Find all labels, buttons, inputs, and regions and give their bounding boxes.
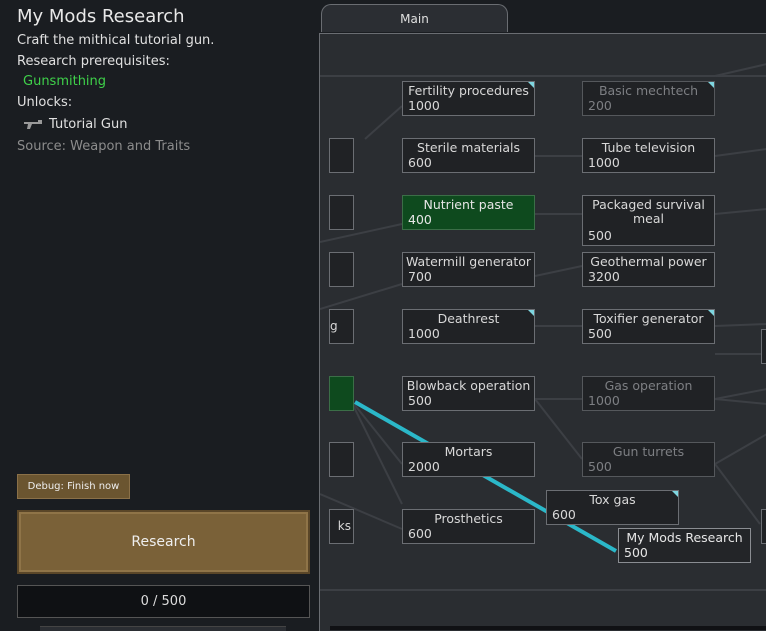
unlock-tutorial-gun[interactable]: Tutorial Gun — [23, 117, 127, 132]
stub-node-right[interactable] — [761, 329, 766, 364]
node-tox-gas[interactable]: Tox gas 600 — [546, 490, 679, 525]
node-toxifier-generator[interactable]: Toxifier generator 500 — [582, 309, 715, 344]
project-title: My Mods Research — [17, 6, 185, 27]
debug-finish-button[interactable]: Debug: Finish now — [17, 474, 130, 499]
node-deathrest[interactable]: Deathrest 1000 — [402, 309, 535, 344]
bottom-strip — [40, 626, 286, 631]
node-sterile-materials[interactable]: Sterile materials 600 — [402, 138, 535, 173]
node-tube-television[interactable]: Tube television 1000 — [582, 138, 715, 173]
stub-node-ks[interactable]: ks — [329, 509, 354, 544]
unlocks-label: Unlocks: — [17, 95, 73, 110]
stub-node-right[interactable] — [761, 509, 766, 544]
node-blowback-operation[interactable]: Blowback operation 500 — [402, 376, 535, 411]
node-gas-operation[interactable]: Gas operation 1000 — [582, 376, 715, 411]
gun-icon — [24, 119, 42, 129]
node-gun-turrets[interactable]: Gun turrets 500 — [582, 442, 715, 477]
prereq-gunsmithing[interactable]: Gunsmithing — [23, 74, 106, 89]
node-prosthetics[interactable]: Prosthetics 600 — [402, 509, 535, 544]
node-fertility-procedures[interactable]: Fertility procedures 1000 — [402, 81, 535, 116]
stub-node-g[interactable]: g — [329, 309, 354, 344]
corner-marker — [528, 310, 534, 316]
tab-main[interactable]: Main — [321, 4, 508, 32]
stub-node[interactable] — [329, 195, 354, 230]
node-basic-mechtech[interactable]: Basic mechtech 200 — [582, 81, 715, 116]
node-packaged-survival-meal[interactable]: Packaged survival meal 500 — [582, 195, 715, 246]
corner-marker — [528, 82, 534, 88]
project-description: Craft the mithical tutorial gun. — [17, 33, 215, 48]
node-watermill-generator[interactable]: Watermill generator 700 — [402, 252, 535, 287]
prereq-label: Research prerequisites: — [17, 54, 170, 69]
research-info-panel: My Mods Research Craft the mithical tuto… — [0, 0, 320, 631]
stub-node-finished[interactable] — [329, 376, 354, 411]
node-mortars[interactable]: Mortars 2000 — [402, 442, 535, 477]
node-nutrient-paste[interactable]: Nutrient paste 400 — [402, 195, 535, 230]
research-button[interactable]: Research — [17, 510, 310, 574]
stub-node[interactable] — [329, 442, 354, 477]
source-text: Source: Weapon and Traits — [17, 139, 191, 154]
unlock-item-label: Tutorial Gun — [49, 117, 128, 132]
stub-node[interactable] — [329, 138, 354, 173]
corner-marker — [672, 491, 678, 497]
node-my-mods-research[interactable]: My Mods Research 500 — [618, 528, 751, 563]
bottom-bar — [330, 626, 766, 630]
stub-node[interactable] — [329, 252, 354, 287]
research-tree[interactable]: g ks Fertility procedures 1000 Sterile ma… — [319, 33, 766, 631]
research-progress: 0 / 500 — [17, 585, 310, 618]
corner-marker — [708, 82, 714, 88]
corner-marker — [708, 310, 714, 316]
node-geothermal-power[interactable]: Geothermal power 3200 — [582, 252, 715, 287]
